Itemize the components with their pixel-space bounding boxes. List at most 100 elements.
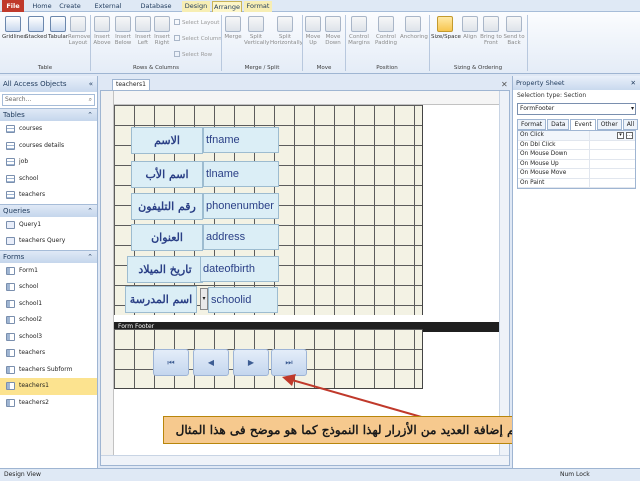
nav-pane-header[interactable]: All Access Objects «	[0, 76, 97, 92]
nav-item-courses[interactable]: courses	[0, 121, 97, 138]
nav-item-form1[interactable]: Form1	[0, 263, 97, 280]
tab-external-data[interactable]: External Data	[86, 1, 130, 21]
select-layout-button[interactable]: Select Layout	[174, 19, 219, 27]
tab-all-props[interactable]: All	[622, 119, 639, 130]
vertical-scrollbar[interactable]	[499, 91, 509, 465]
collapse-chevron-icon[interactable]: ⌃	[87, 109, 93, 122]
insert-above-button[interactable]: Insert Above	[92, 16, 112, 46]
field-tlname[interactable]: tlname	[203, 161, 279, 187]
send-to-back-button[interactable]: Send to Back	[503, 16, 525, 46]
size-space-button[interactable]: Size/Space	[431, 16, 461, 40]
merge-button[interactable]: Merge	[223, 16, 243, 40]
anchoring-button[interactable]: Anchoring	[400, 16, 428, 40]
property-value[interactable]	[590, 150, 635, 159]
property-row-on-dbl-click[interactable]: On Dbl Click	[518, 140, 635, 150]
control-margins-button[interactable]: Control Margins	[347, 16, 371, 46]
nav-item-teachers-subform[interactable]: teachers Subform	[0, 362, 97, 379]
combo-dropdown-icon[interactable]: ▾	[200, 288, 208, 310]
close-icon[interactable]: ✕	[631, 76, 636, 90]
tab-format[interactable]: Format	[244, 1, 272, 12]
tab-home[interactable]: Home	[30, 1, 54, 12]
field-tfname[interactable]: tfname	[203, 127, 279, 153]
nav-item-courses-details[interactable]: courses details	[0, 138, 97, 155]
tab-arrange[interactable]: Arrange	[212, 1, 242, 12]
gridlines-button[interactable]: Gridlines	[2, 16, 26, 40]
insert-below-button[interactable]: Insert Below	[113, 16, 133, 46]
nav-section-forms[interactable]: Forms ⌃	[0, 249, 97, 264]
label-school-name[interactable]: اسم المدرسة	[125, 286, 197, 313]
tab-database-tools[interactable]: Database Tools	[132, 1, 180, 21]
document-tab-teachers1[interactable]: teachers1	[112, 79, 150, 90]
property-row-on-mouse-up[interactable]: On Mouse Up	[518, 159, 635, 169]
tab-design[interactable]: Design	[182, 1, 210, 12]
tab-create[interactable]: Create	[56, 1, 84, 12]
property-row-on-mouse-down[interactable]: On Mouse Down	[518, 150, 635, 160]
stacked-button[interactable]: Stacked	[25, 16, 47, 40]
label-address[interactable]: العنوان	[131, 224, 203, 251]
property-row-on-mouse-move[interactable]: On Mouse Move	[518, 169, 635, 179]
select-row-button[interactable]: Select Row	[174, 51, 212, 59]
tab-file[interactable]: File	[2, 0, 24, 12]
chevron-down-icon[interactable]: ▾	[631, 104, 634, 114]
property-row-on-click[interactable]: On Click ▾…	[518, 131, 635, 141]
label-first-name[interactable]: الاسم	[131, 127, 203, 154]
shutter-bar-icon[interactable]: «	[89, 76, 93, 92]
tab-other-props[interactable]: Other	[596, 119, 622, 130]
bring-to-front-button[interactable]: Bring to Front	[480, 16, 502, 46]
nav-item-school-table[interactable]: school	[0, 171, 97, 188]
split-horizontally-button[interactable]: Split Horizontally	[270, 16, 303, 46]
control-padding-button[interactable]: Control Padding	[373, 16, 399, 46]
selected-object-select[interactable]: FormFooter ▾	[517, 103, 636, 115]
move-down-button[interactable]: Move Down	[323, 16, 343, 46]
last-record-button[interactable]: ⏭	[271, 349, 307, 376]
property-value[interactable]	[590, 169, 635, 178]
property-row-on-paint[interactable]: On Paint	[518, 178, 635, 188]
label-phone-number[interactable]: رقم التليفون	[131, 193, 203, 220]
collapse-chevron-icon[interactable]: ⌃	[87, 251, 93, 264]
previous-record-button[interactable]: ◀	[193, 349, 229, 376]
nav-item-teachers-table[interactable]: teachers	[0, 187, 97, 204]
nav-item-query1[interactable]: Query1	[0, 217, 97, 234]
align-button[interactable]: Align	[461, 16, 479, 40]
nav-item-teachers-query[interactable]: teachers Query	[0, 233, 97, 250]
field-dateofbirth[interactable]: dateofbirth	[200, 256, 279, 282]
property-value[interactable]	[590, 141, 635, 150]
tab-data-props[interactable]: Data	[547, 119, 570, 130]
collapse-chevron-icon[interactable]: ⌃	[87, 205, 93, 218]
move-up-button[interactable]: Move Up	[304, 16, 322, 46]
builder-icon[interactable]: …	[626, 132, 633, 139]
property-value[interactable]: ▾…	[590, 131, 635, 140]
property-value[interactable]	[590, 160, 635, 169]
dropdown-icon[interactable]: ▾	[617, 132, 624, 139]
nav-item-job[interactable]: job	[0, 154, 97, 171]
nav-item-teachers-form[interactable]: teachers	[0, 345, 97, 362]
insert-left-button[interactable]: Insert Left	[134, 16, 152, 46]
nav-item-teachers2[interactable]: teachers2	[0, 395, 97, 412]
nav-item-school3[interactable]: school3	[0, 329, 97, 346]
nav-item-school2[interactable]: school2	[0, 312, 97, 329]
split-vertically-button[interactable]: Split Vertically	[244, 16, 269, 46]
next-record-button[interactable]: ▶	[233, 349, 269, 376]
field-phonenumber[interactable]: phonenumber	[203, 193, 279, 219]
horizontal-scrollbar[interactable]	[101, 455, 509, 465]
property-value[interactable]	[590, 179, 635, 188]
first-record-button[interactable]: ⏮	[153, 349, 189, 376]
select-column-button[interactable]: Select Column	[174, 35, 222, 43]
search-icon[interactable]: ⌕	[89, 95, 92, 105]
tabular-button[interactable]: Tabular	[47, 16, 69, 40]
tab-event-props[interactable]: Event	[570, 119, 596, 130]
close-document-icon[interactable]: ✕	[501, 80, 508, 89]
nav-search-input[interactable]: Search... ⌕	[2, 94, 95, 106]
tab-format-props[interactable]: Format	[517, 119, 547, 130]
field-address[interactable]: address	[203, 224, 279, 250]
field-schoolid[interactable]: schoolid	[208, 287, 278, 313]
nav-item-teachers1[interactable]: teachers1	[0, 378, 97, 395]
nav-item-school-form[interactable]: school	[0, 279, 97, 296]
label-father-name[interactable]: اسم الأب	[131, 161, 203, 188]
nav-item-school1[interactable]: school1	[0, 296, 97, 313]
label-date-of-birth[interactable]: تاريخ الميلاد	[127, 256, 203, 283]
nav-section-tables[interactable]: Tables ⌃	[0, 108, 97, 121]
remove-layout-button[interactable]: Remove Layout	[68, 16, 90, 46]
nav-section-queries[interactable]: Queries ⌃	[0, 203, 97, 218]
insert-right-button[interactable]: Insert Right	[153, 16, 171, 46]
